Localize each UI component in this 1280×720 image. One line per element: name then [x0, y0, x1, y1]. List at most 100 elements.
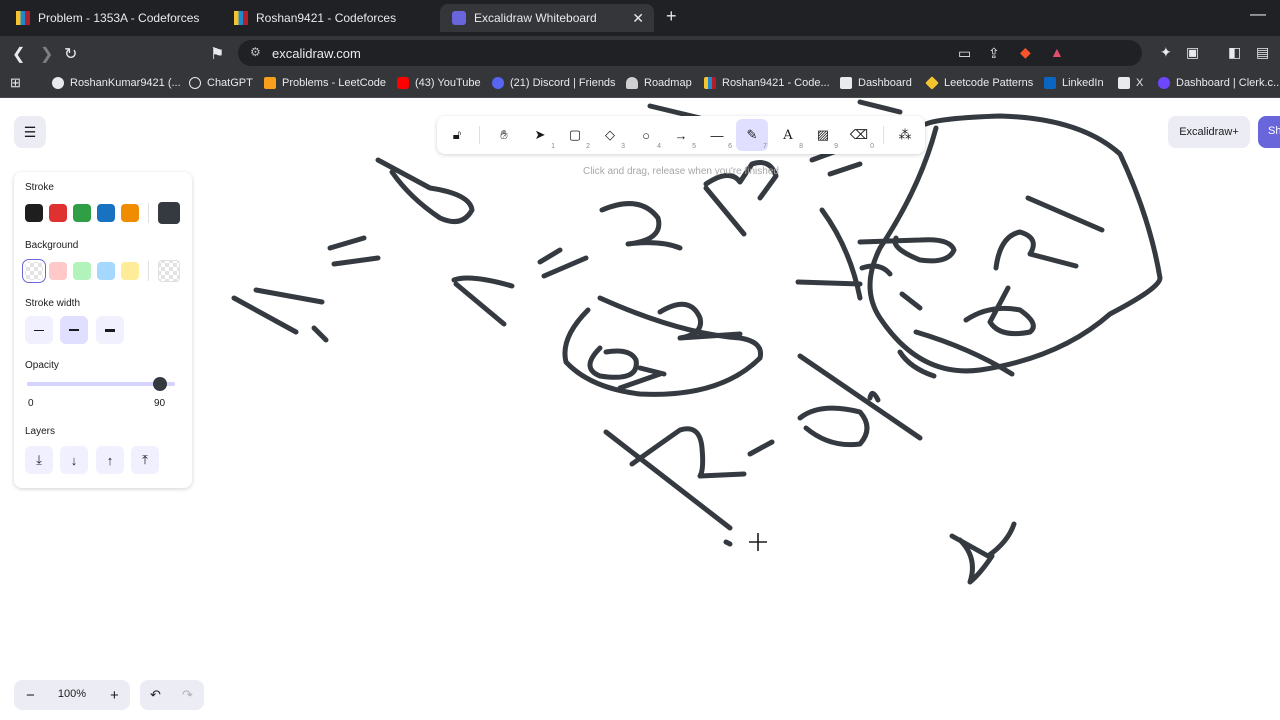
redo-icon[interactable]: ↷ [182, 687, 193, 703]
stroke [537, 247, 589, 279]
x-icon [1118, 77, 1130, 89]
brave-rewards-icon[interactable]: ▲ [1050, 44, 1064, 60]
image-icon: ▨ [816, 127, 830, 142]
arrow-icon: → [674, 127, 688, 143]
bold-line-icon [69, 329, 79, 331]
tab-label: Roshan9421 - Codeforces [256, 11, 397, 25]
background-color-swatch[interactable] [73, 262, 91, 280]
sidebar-icon[interactable]: ◧ [1228, 44, 1241, 61]
tool-diamond[interactable]: ◇ 3 [594, 119, 626, 151]
main-menu-button[interactable]: ☰ [14, 116, 46, 148]
thin-line-icon [34, 329, 44, 331]
bookmark-github[interactable]: RoshanKumar9421 (... [52, 77, 181, 89]
back-icon[interactable]: ❮ [12, 44, 25, 64]
reload-icon[interactable]: ↻ [64, 44, 77, 64]
stroke-color-swatch[interactable] [73, 204, 91, 222]
tool-arrow[interactable]: → 5 [665, 119, 697, 151]
background-color-swatch[interactable] [97, 262, 115, 280]
share-page-icon[interactable]: ⇪ [988, 45, 1000, 62]
eraser-icon: ⌫ [849, 127, 869, 142]
opacity-slider-thumb[interactable] [153, 377, 168, 391]
browser-tab-codeforces-problem[interactable]: Problem - 1353A - Codeforces [4, 4, 220, 32]
stroke-width-extra-bold[interactable] [96, 316, 124, 344]
close-tab-icon[interactable]: ✕ [632, 10, 644, 27]
tool-ellipse[interactable]: ○ 4 [630, 119, 662, 151]
bookmark-chatgpt[interactable]: ChatGPT [189, 77, 253, 89]
stroke-label: Stroke [25, 182, 54, 193]
linkedin-icon [1044, 77, 1056, 89]
bookmark-discord[interactable]: (21) Discord | Friends [492, 77, 616, 89]
zoom-level[interactable]: 100% [52, 688, 92, 700]
hand-icon: ✋︎ [500, 127, 508, 142]
bring-forward-button[interactable]: ↑ [96, 446, 124, 474]
extensions-icon[interactable]: ✦ [1160, 44, 1172, 61]
send-to-back-button[interactable]: ⤓ [25, 446, 53, 474]
new-tab-icon[interactable]: + [666, 6, 677, 27]
stroke-color-swatch[interactable] [25, 204, 43, 222]
stroke-color-swatch[interactable] [49, 204, 67, 222]
stroke [797, 353, 923, 441]
url-text: excalidraw.com [272, 46, 361, 61]
browser-tab-bar: Problem - 1353A - Codeforces Roshan9421 … [0, 0, 1280, 36]
stroke-color-swatch[interactable] [121, 204, 139, 222]
screenshot-icon[interactable]: ▣ [1186, 44, 1199, 61]
bookmark-codeforces[interactable]: Roshan9421 - Code... [704, 77, 830, 89]
background-transparent-swatch[interactable] [22, 259, 46, 283]
url-field[interactable]: ⚙ excalidraw.com ▭ ⇪ ◆ ▲ [238, 40, 1142, 66]
browser-tab-codeforces-profile[interactable]: Roshan9421 - Codeforces [222, 4, 438, 32]
excalidraw-plus-button[interactable]: Excalidraw+ [1168, 116, 1250, 148]
rocket-icon [626, 77, 638, 89]
tool-rectangle[interactable]: ▢ 2 [559, 119, 591, 151]
whiteboard-canvas[interactable]: ☰ 🔓︎ ✋︎ ➤ 1 ▢ 2 ◇ 3 ○ 4 → 5 —6 ✎ 7 A8 ▨ 9 ⌫ 0 ⁂ … [0, 98, 1280, 720]
tool-eraser[interactable]: ⌫ 0 [843, 119, 875, 151]
stroke-color-swatch[interactable] [97, 204, 115, 222]
undo-icon[interactable]: ↶ [150, 687, 161, 703]
tool-line[interactable]: —6 [701, 119, 733, 151]
tool-lock[interactable]: 🔓︎ [441, 119, 473, 151]
stroke [331, 255, 381, 267]
tool-text[interactable]: A8 [772, 119, 804, 151]
bookmark-icon[interactable]: ⚑ [210, 44, 224, 64]
apps-grid-icon[interactable]: ⊞ [10, 75, 21, 91]
bookmark-dashboard[interactable]: Dashboard [840, 77, 912, 89]
bookmark-leetcode-patterns[interactable]: Leetcode Patterns [925, 76, 1033, 90]
tool-draw[interactable]: ✎ 7 [736, 119, 768, 151]
stroke [1025, 195, 1105, 233]
install-app-icon[interactable]: ▭ [958, 45, 971, 62]
stroke [603, 429, 733, 531]
tool-selection[interactable]: ➤ 1 [524, 119, 556, 151]
forward-icon[interactable]: ❯ [40, 44, 53, 64]
share-button[interactable]: Sh [1258, 116, 1280, 148]
zoom-out-button[interactable]: − [26, 687, 35, 704]
send-backward-button[interactable]: ↓ [60, 446, 88, 474]
bring-to-front-button[interactable]: ⤒ [131, 446, 159, 474]
opacity-max-label: 90 [154, 398, 166, 409]
background-current-color[interactable] [158, 260, 180, 282]
stroke-current-color[interactable] [158, 202, 180, 224]
bookmark-leetcode[interactable]: Problems - LeetCode [264, 77, 386, 89]
brave-shields-icon[interactable]: ◆ [1020, 44, 1031, 61]
stroke-width-thin[interactable] [25, 316, 53, 344]
bookmark-x[interactable]: X [1118, 77, 1143, 89]
bookmark-youtube[interactable]: (43) YouTube [397, 77, 481, 89]
minimize-window-icon[interactable]: — [1250, 6, 1266, 24]
toolbar-divider [479, 126, 480, 144]
browser-tab-excalidraw[interactable]: Excalidraw Whiteboard ✕ [440, 4, 654, 32]
wallet-icon[interactable]: ▤ [1256, 44, 1269, 61]
site-info-icon[interactable]: ⚙ [250, 45, 261, 59]
history-controls: ↶ ↷ [140, 680, 204, 710]
background-color-swatch[interactable] [121, 262, 139, 280]
bookmark-roadmap[interactable]: Roadmap [626, 77, 692, 89]
background-color-swatch[interactable] [49, 262, 67, 280]
codeforces-icon [16, 11, 30, 25]
zoom-in-button[interactable]: + [110, 687, 119, 704]
stroke [795, 207, 863, 301]
bookmark-clerk[interactable]: Dashboard | Clerk.c... [1158, 77, 1280, 89]
tool-extra[interactable]: ⁂ [889, 119, 921, 151]
bring-to-front-icon: ⤒ [142, 452, 148, 467]
tool-hand[interactable]: ✋︎ [488, 119, 520, 151]
stroke [327, 235, 367, 251]
bookmark-linkedin[interactable]: LinkedIn [1044, 77, 1104, 89]
tool-image[interactable]: ▨ 9 [807, 119, 839, 151]
stroke-width-bold[interactable] [60, 316, 88, 344]
